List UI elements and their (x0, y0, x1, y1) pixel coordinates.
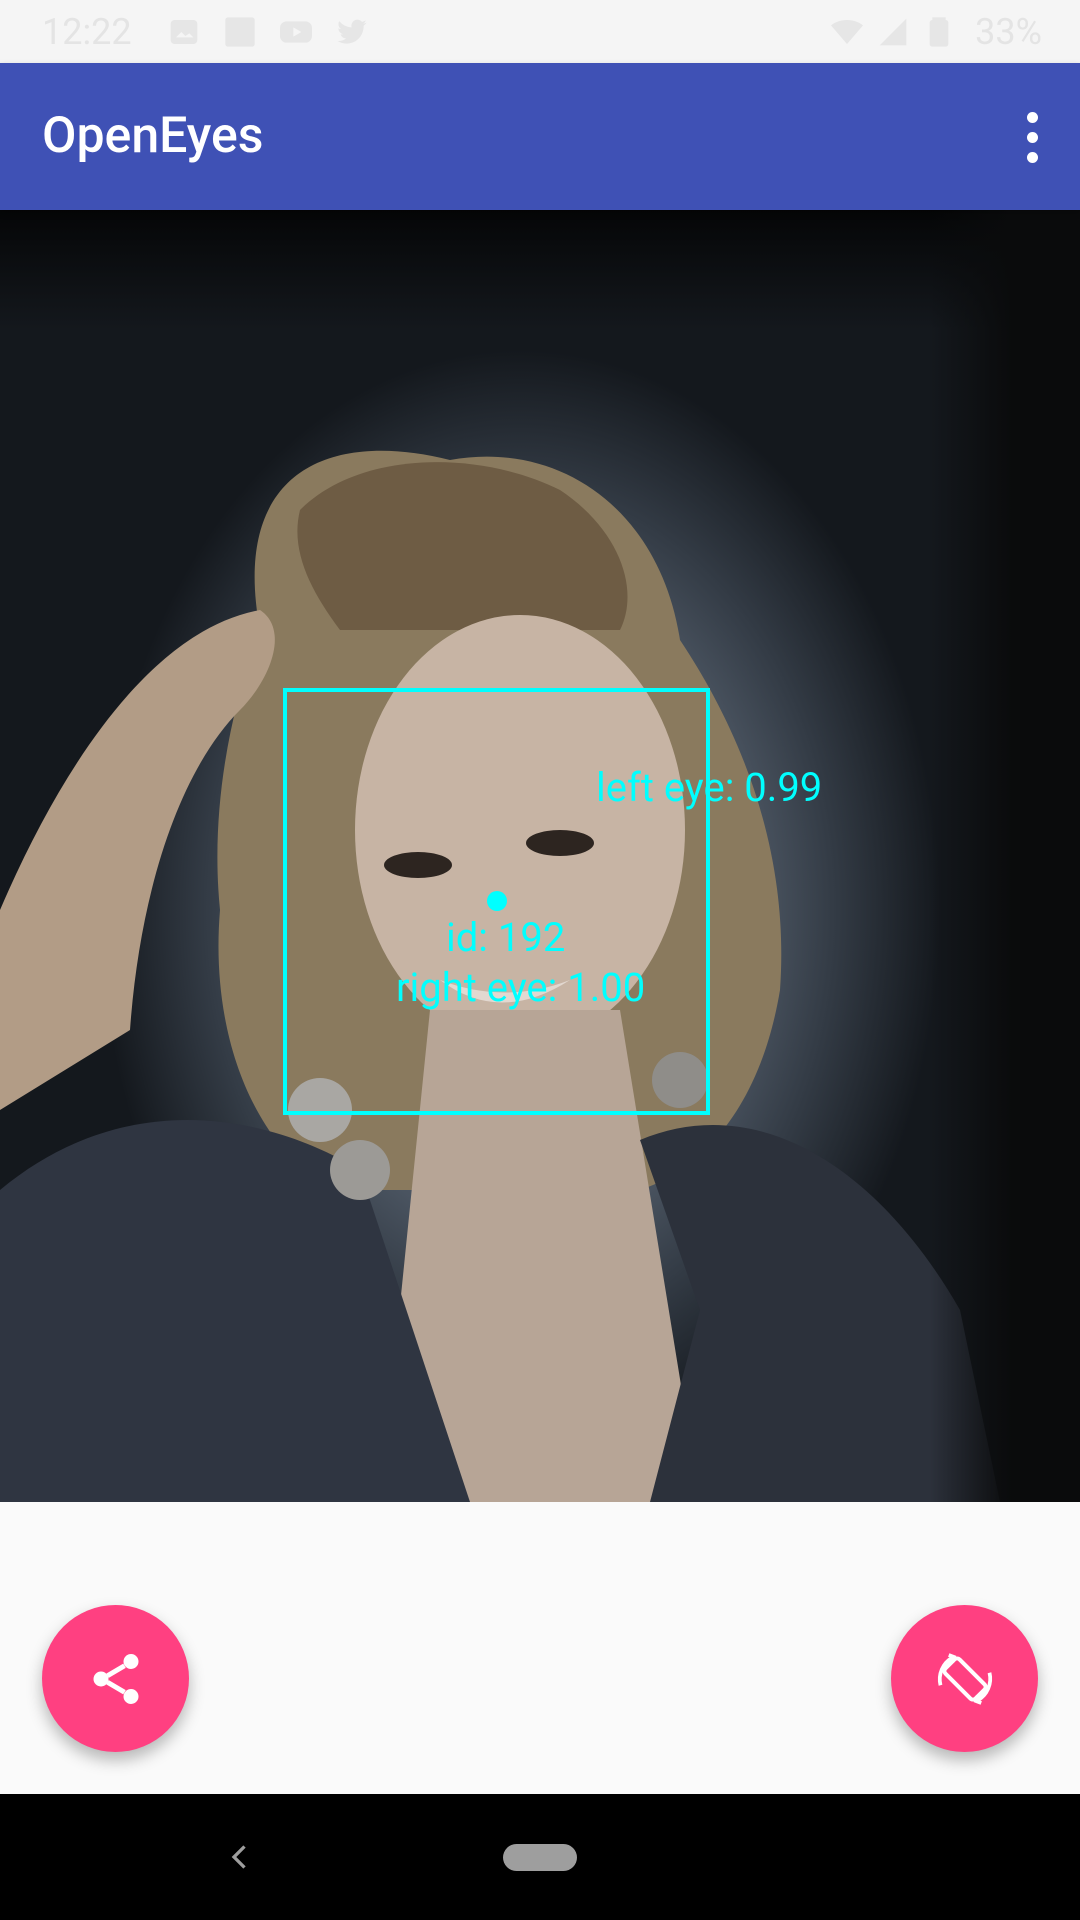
status-time: 12:22 (42, 10, 132, 53)
more-vert-icon-dot (1026, 151, 1038, 163)
share-icon (93, 1653, 138, 1704)
cell-signal-icon (877, 16, 909, 48)
home-pill-button[interactable] (503, 1844, 577, 1871)
preview-shadow-right (930, 210, 1080, 1502)
flip-camera-button[interactable] (891, 1605, 1038, 1752)
face-id-label: id: 192 (446, 914, 566, 961)
app-bar: OpenEyes (0, 63, 1080, 210)
more-vert-icon (1026, 111, 1038, 123)
status-bar: 12:22 33% (0, 0, 1080, 63)
notification-icons (168, 0, 368, 63)
face-center-marker (487, 891, 507, 911)
share-button[interactable] (42, 1605, 189, 1752)
battery-percent: 33% (975, 10, 1042, 53)
twitter-icon (336, 16, 368, 48)
chevron-left-icon (231, 1845, 246, 1869)
screen-rotation-icon (937, 1652, 992, 1705)
left-eye-probability-label: left eye: 0.99 (596, 764, 823, 811)
camera-preview[interactable]: left eye: 0.99 id: 192 right eye: 1.00 (0, 210, 1080, 1502)
wifi-icon (831, 16, 864, 48)
status-right: 33% (831, 0, 1042, 63)
back-button[interactable] (210, 1827, 270, 1887)
battery-icon (923, 16, 955, 48)
square-icon (224, 16, 256, 48)
right-eye-probability-label: right eye: 1.00 (396, 964, 646, 1011)
app-title: OpenEyes (42, 107, 264, 165)
youtube-icon (280, 16, 312, 48)
overflow-menu-button[interactable] (1002, 99, 1062, 175)
image-icon (168, 16, 200, 48)
more-vert-icon-dot (1026, 131, 1038, 143)
